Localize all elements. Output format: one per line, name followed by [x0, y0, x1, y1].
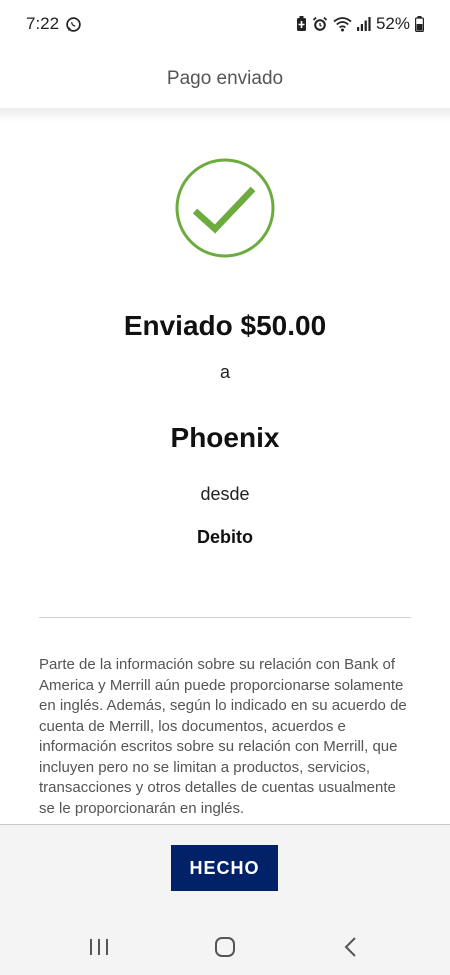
- status-right: 52%: [296, 14, 424, 34]
- home-icon[interactable]: [210, 933, 240, 961]
- battery-saver-icon: [296, 16, 307, 32]
- battery-percent: 52%: [375, 14, 410, 33]
- status-left: 7:22: [26, 14, 82, 34]
- done-button[interactable]: HECHO: [171, 845, 278, 891]
- signal-icon: [356, 17, 371, 31]
- wifi-icon: [333, 16, 352, 32]
- check-circle-icon: [175, 158, 275, 258]
- back-icon[interactable]: [336, 933, 366, 961]
- battery-icon: [415, 16, 424, 32]
- navigation-bar: [0, 919, 450, 975]
- whatsapp-icon: [65, 16, 82, 33]
- source-account: Debito: [197, 527, 253, 547]
- language-disclaimer: Parte de la información sobre su relació…: [39, 656, 407, 817]
- main-content[interactable]: Enviado $50.00 a Phoenix desde Debito Pa…: [0, 122, 450, 824]
- status-time: 7:22: [26, 14, 60, 33]
- recent-apps-icon[interactable]: [84, 933, 114, 961]
- page-title: Pago enviado: [166, 68, 284, 89]
- status-bar: 7:22 52%: [0, 0, 450, 48]
- recipient-name: Phoenix: [170, 422, 280, 453]
- footer: HECHO: [0, 824, 450, 919]
- sent-amount: Enviado $50.00: [123, 310, 327, 341]
- from-label: desde: [200, 484, 250, 504]
- divider: [39, 617, 411, 618]
- alarm-icon: [312, 16, 328, 32]
- header-shadow: [0, 108, 450, 122]
- app-header: Pago enviado: [0, 48, 450, 110]
- to-label: a: [219, 362, 230, 382]
